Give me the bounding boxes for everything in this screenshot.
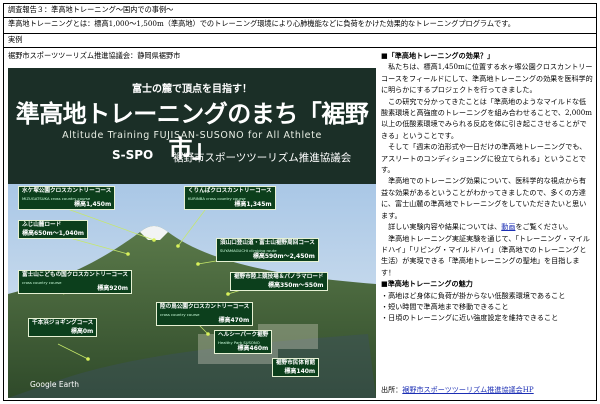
source-line: 出所：裾野市スポーツツーリズム推進協議会HP [381,384,534,395]
section-heading-effect: ■「準高地トレーニングの効果？」 [381,51,495,60]
source-link[interactable]: 裾野市スポーツツーリズム推進協議会HP [402,385,533,394]
paragraph: そして「週末の泊形式や一日だけの準高地トレーニングでも、アスリートのコンディショ… [381,142,587,175]
paragraph: 私たちは、標高1,450mに位置する水ヶ塚公園クロスカントリーコースをフィールド… [381,62,593,95]
source-label: 出所： [381,385,403,394]
bullet-item: ・日頃のトレーニングに近い強度設定を維持できること [381,313,559,323]
map-label: 富士山こどもの国クロスカントリーコース cross country course… [18,270,133,294]
map-label: 須山口登山道・富士山裾野周回コース SUYAMAGUCHI climbing r… [216,238,319,262]
google-earth-watermark: Google Earth [30,380,79,389]
report-frame: 調査報告３：準高地トレーニング～国内での事例～ 準高地トレーニングとは：標高1,… [3,3,597,401]
banner-org: 裾野市スポーツツーリズム推進協議会 [173,152,352,164]
map-label: 裾野市民体育館 標高140m [272,358,320,377]
map-label: ヘルシーパーク裾野 Healthy Park SUSONO 標高460m [214,330,273,354]
bullet-item: ・高地ほど身体に負荷が掛からない低酸素環境であること [381,290,566,300]
bullet-item: ・短い時間で準高地まで移動できること [381,301,509,311]
map-label: 陸の鳥公園クロスカントリーコース cross country course 標高… [156,302,254,326]
example-caption: 裾野市スポーツツーリズム推進協議会：静岡県裾野市 [8,51,181,60]
map-label: 裾野市陸上競技場＆パノラマロード 標高350m～550m [230,272,328,291]
map-label: ふじ山麓ロード 標高650m～1,040m [18,220,89,239]
promo-image: 富士の麓で頂点を目指す！ 準高地トレーニングのまち「裾野市」 Altitude … [8,68,376,398]
definition-row: 準高地トレーニングとは：標高1,000～1,500m（準高地）でのトレーニング環… [4,18,596,34]
map-label: 千本浜ジョギングコース 標高0m [28,318,98,337]
example-row: 実例 [4,34,596,48]
video-text-post: をご覧ください。 [515,222,573,232]
banner-english: Altitude Training FUJISAN-SUSONO for All… [62,130,322,141]
banner-subtitle: 富士の麓で頂点を目指す！ [132,84,252,95]
promo-banner: 富士の麓で頂点を目指す！ 準高地トレーニングのまち「裾野市」 Altitude … [8,68,376,184]
map-label: 水ケ塚公園クロスカントリーコース MIZUGATSUKA cross count… [18,186,116,210]
paragraph: この研究で分かってきたことは「準高地のようなマイルドな低酸素環境と高強度のトレー… [381,96,592,140]
aerial-map: 水ケ塚公園クロスカントリーコース MIZUGATSUKA cross count… [8,184,376,398]
sspo-logo: S-SPO [112,148,154,162]
map-label: くりんばクロスカントリーコース KURINBA cross country co… [184,186,276,210]
paragraph-video: 詳しい実験内容や結果については、動画をご覧ください。 [381,221,593,232]
paragraph: 準高地トレーニング実証実験を通じて、「トレーニング・マイルドハイ」「リビング・マ… [381,233,590,277]
report-heading: 調査報告３：準高地トレーニング～国内での事例～ [4,4,596,18]
right-column: ■「準高地トレーニングの効果？」 私たちは、標高1,450mに位置する水ヶ塚公園… [381,50,593,400]
paragraph: 準高地でのトレーニング効果について、医科学的な視点から有益な効果があるということ… [381,176,587,220]
video-text-pre: 詳しい実験内容や結果については、 [388,222,502,232]
left-column: 裾野市スポーツツーリズム推進協議会：静岡県裾野市 富士の麓で頂点を目指す！ 準高… [8,50,376,400]
video-link[interactable]: 動画 [501,222,515,231]
section-heading-appeal: ■準高地トレーニングの魅力 [381,279,473,289]
